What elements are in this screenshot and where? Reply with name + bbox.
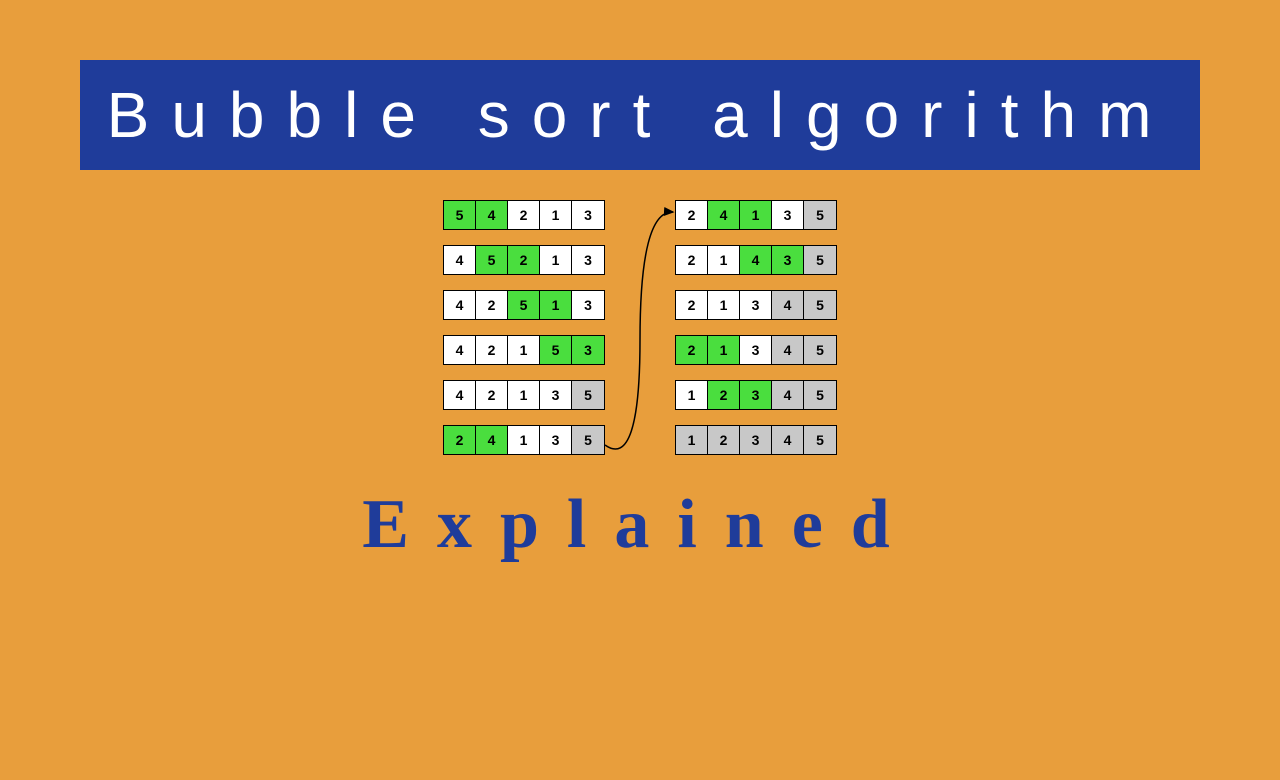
array-cell: 2: [676, 336, 708, 364]
array-cell: 5: [508, 291, 540, 319]
array-cell: 4: [772, 381, 804, 409]
array-cell: 3: [540, 381, 572, 409]
array-cell: 2: [476, 336, 508, 364]
array-cell: 1: [740, 201, 772, 229]
right-pass-column: 241352143521345213451234512345: [675, 200, 837, 455]
array-cell: 3: [572, 246, 604, 274]
array-cell: 3: [572, 291, 604, 319]
array-cell: 3: [572, 336, 604, 364]
array-cell: 1: [540, 291, 572, 319]
array-row: 42513: [443, 290, 605, 320]
array-cell: 1: [508, 381, 540, 409]
array-cell: 3: [772, 246, 804, 274]
array-cell: 1: [708, 246, 740, 274]
array-cell: 4: [772, 291, 804, 319]
array-cell: 2: [708, 426, 740, 454]
array-row: 42135: [443, 380, 605, 410]
array-cell: 4: [444, 246, 476, 274]
array-cell: 1: [540, 201, 572, 229]
array-row: 21345: [675, 335, 837, 365]
array-cell: 4: [740, 246, 772, 274]
array-cell: 2: [676, 246, 708, 274]
array-cell: 4: [476, 426, 508, 454]
array-cell: 3: [740, 381, 772, 409]
array-cell: 3: [740, 336, 772, 364]
page-title: Bubble sort algorithm: [80, 60, 1200, 170]
array-cell: 3: [740, 291, 772, 319]
array-cell: 4: [708, 201, 740, 229]
array-cell: 1: [676, 381, 708, 409]
array-row: 24135: [443, 425, 605, 455]
array-cell: 3: [772, 201, 804, 229]
array-cell: 5: [804, 246, 836, 274]
array-row: 12345: [675, 380, 837, 410]
array-cell: 2: [476, 381, 508, 409]
array-cell: 3: [572, 201, 604, 229]
array-cell: 5: [572, 381, 604, 409]
array-cell: 2: [676, 201, 708, 229]
array-cell: 2: [476, 291, 508, 319]
array-cell: 5: [804, 381, 836, 409]
array-cell: 2: [676, 291, 708, 319]
array-cell: 2: [708, 381, 740, 409]
array-row: 24135: [675, 200, 837, 230]
sort-diagram: 542134521342513421534213524135 241352143…: [0, 200, 1280, 455]
array-row: 54213: [443, 200, 605, 230]
array-cell: 1: [540, 246, 572, 274]
array-cell: 1: [676, 426, 708, 454]
array-cell: 5: [804, 201, 836, 229]
array-cell: 3: [540, 426, 572, 454]
left-pass-column: 542134521342513421534213524135: [443, 200, 605, 455]
array-cell: 5: [540, 336, 572, 364]
array-cell: 1: [708, 336, 740, 364]
array-cell: 2: [508, 246, 540, 274]
array-row: 12345: [675, 425, 837, 455]
array-cell: 4: [444, 291, 476, 319]
array-cell: 4: [772, 336, 804, 364]
array-cell: 5: [804, 336, 836, 364]
array-cell: 2: [508, 201, 540, 229]
array-row: 45213: [443, 245, 605, 275]
array-cell: 4: [772, 426, 804, 454]
array-cell: 5: [572, 426, 604, 454]
array-cell: 5: [804, 426, 836, 454]
array-row: 21345: [675, 290, 837, 320]
array-cell: 3: [740, 426, 772, 454]
array-cell: 5: [444, 201, 476, 229]
array-cell: 5: [476, 246, 508, 274]
array-row: 21435: [675, 245, 837, 275]
array-cell: 4: [444, 336, 476, 364]
array-cell: 5: [804, 291, 836, 319]
array-row: 42153: [443, 335, 605, 365]
array-cell: 4: [476, 201, 508, 229]
array-cell: 1: [708, 291, 740, 319]
array-cell: 2: [444, 426, 476, 454]
array-cell: 4: [444, 381, 476, 409]
subtitle: Explained: [0, 485, 1280, 565]
array-cell: 1: [508, 426, 540, 454]
array-cell: 1: [508, 336, 540, 364]
